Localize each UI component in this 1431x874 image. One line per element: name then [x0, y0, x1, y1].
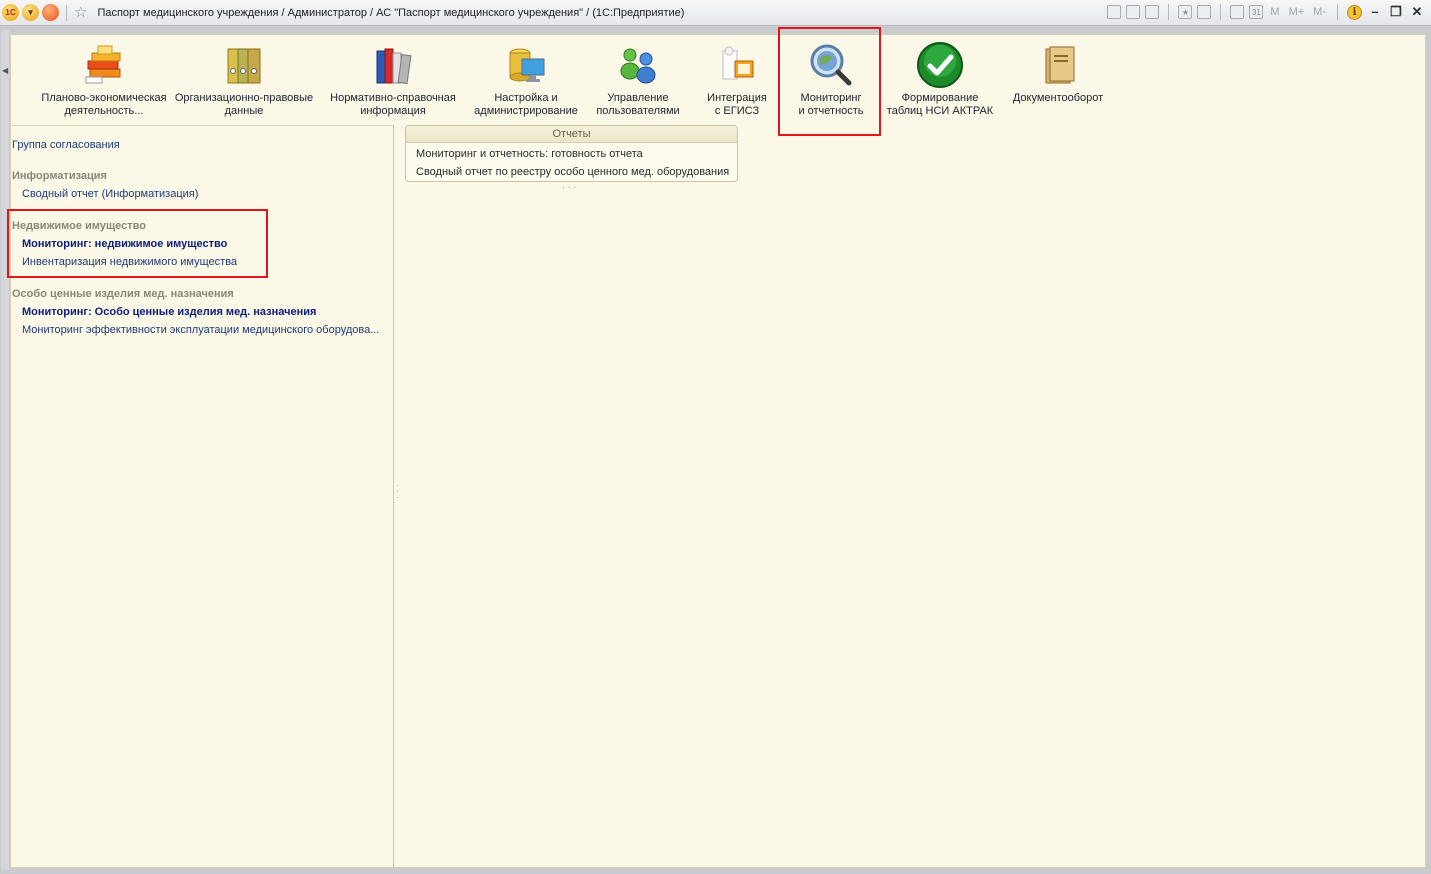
calendar-icon[interactable]: 31	[1249, 5, 1264, 19]
app-logo-icon[interactable]: 1С	[2, 4, 19, 21]
section-label-line1: Нормативно-справочная	[330, 92, 456, 104]
nav-approval-group[interactable]: Группа согласования	[12, 139, 120, 151]
binders-icon	[220, 41, 268, 89]
green-check-icon	[916, 41, 964, 89]
books-stack-icon	[80, 41, 128, 89]
home-icon[interactable]	[42, 4, 59, 21]
section-label-line1: Управление	[607, 92, 669, 104]
document-folder-icon	[1034, 41, 1082, 89]
section-label-line2: таблиц НСИ АКТРАК	[886, 105, 994, 117]
nav-item-monitoring-equipment-efficiency[interactable]: Мониторинг эффективности эксплуатации ме…	[22, 324, 379, 336]
database-monitor-icon	[502, 41, 550, 89]
section-label-line2: информация	[360, 105, 426, 117]
splitter-grip[interactable]: · · ·	[396, 482, 399, 502]
divider	[11, 125, 394, 126]
highlight-real-estate-group	[7, 209, 268, 278]
left-panel-collapse-handle[interactable]: ◀	[1, 30, 9, 870]
memory-button[interactable]: M	[1268, 6, 1281, 18]
toolbar-divider	[66, 4, 67, 21]
report-item-readiness[interactable]: Мониторинг и отчетность: готовность отче…	[416, 148, 643, 160]
report-item-valuable-equipment-registry[interactable]: Сводный отчет по реестру особо ценного м…	[416, 166, 729, 178]
section-nsi-aktrak[interactable]: Формирование таблиц НСИ АКТРАК	[881, 35, 999, 125]
toolbar-divider	[1337, 4, 1338, 20]
window-title: Паспорт медицинского учреждения / Админи…	[97, 6, 685, 19]
reports-panel: Отчеты Мониторинг и отчетность: готовнос…	[405, 125, 738, 182]
section-organizational-legal[interactable]: Организационно-правовые данные	[173, 35, 315, 125]
section-integration-egisz[interactable]: Интеграция с ЕГИСЗ	[695, 35, 779, 125]
section-label-line1: Организационно-правовые	[174, 92, 314, 104]
section-planning-economic[interactable]: Планово-экономическая деятельность...	[29, 35, 179, 125]
section-label-line2: пользователями	[596, 105, 680, 117]
section-settings-admin[interactable]: Настройка и администрирование	[467, 35, 585, 125]
section-document-flow[interactable]: Документооборот	[1003, 35, 1113, 125]
nav-item-monitoring-valuable-items[interactable]: Мониторинг: Особо ценные изделия мед. на…	[22, 306, 316, 318]
panel-resize-grip[interactable]: ···	[562, 183, 579, 192]
nav-group-valuable-med-items: Особо ценные изделия мед. назначения	[12, 288, 234, 300]
section-label-line2: данные	[224, 105, 264, 117]
add-favorite-icon[interactable]: ★	[1178, 5, 1193, 19]
nav-item-summary-informatization[interactable]: Сводный отчет (Информатизация)	[22, 188, 198, 200]
main-frame: Планово-экономическая деятельность... Орг…	[7, 27, 1426, 868]
integration-icon	[713, 41, 761, 89]
section-label-line2: с ЕГИСЗ	[714, 105, 760, 117]
section-label-line2: администрирование	[474, 105, 578, 117]
save-icon[interactable]	[1107, 5, 1122, 19]
memory-minus-button[interactable]: M-	[1311, 6, 1328, 18]
reference-books-icon	[369, 41, 417, 89]
info-icon[interactable]: i	[1347, 4, 1362, 20]
window-titlebar: 1С ▾ ☆ Паспорт медицинского учреждения /…	[0, 0, 1431, 26]
section-label-line1: Планово-экономическая	[41, 92, 167, 104]
minimize-button[interactable]: –	[1367, 5, 1383, 19]
toolbar-divider	[1220, 4, 1222, 20]
close-button[interactable]: ✕	[1409, 5, 1425, 19]
memory-plus-button[interactable]: M+	[1287, 6, 1307, 18]
main-menu-icon[interactable]: ▾	[22, 4, 39, 21]
highlight-monitoring-section	[778, 27, 881, 136]
toolbar-divider	[1168, 4, 1170, 20]
sections-panel: Планово-экономическая деятельность... Орг…	[11, 27, 1425, 136]
section-label-line1: Настройка и	[494, 92, 558, 104]
print-icon[interactable]	[1126, 5, 1141, 19]
section-user-management[interactable]: Управление пользователями	[589, 35, 687, 125]
section-label-line1: Интеграция	[707, 92, 767, 104]
panel-splitter[interactable]	[393, 125, 394, 868]
users-icon	[614, 41, 662, 89]
history-icon[interactable]	[1197, 5, 1212, 19]
nav-group-informatization: Информатизация	[12, 170, 107, 182]
section-label-line1: Формирование	[901, 92, 979, 104]
section-reference-info[interactable]: Нормативно-справочная информация	[327, 35, 459, 125]
section-label-line1: Документооборот	[1012, 92, 1104, 104]
favorites-star-icon[interactable]: ☆	[74, 5, 87, 20]
calculator-icon[interactable]	[1230, 5, 1245, 19]
preview-icon[interactable]	[1145, 5, 1160, 19]
chevron-left-icon: ◀	[2, 66, 9, 75]
reports-panel-title: Отчеты	[406, 126, 737, 143]
section-label-line2: деятельность...	[64, 105, 144, 117]
restore-button[interactable]: ❐	[1388, 5, 1404, 19]
